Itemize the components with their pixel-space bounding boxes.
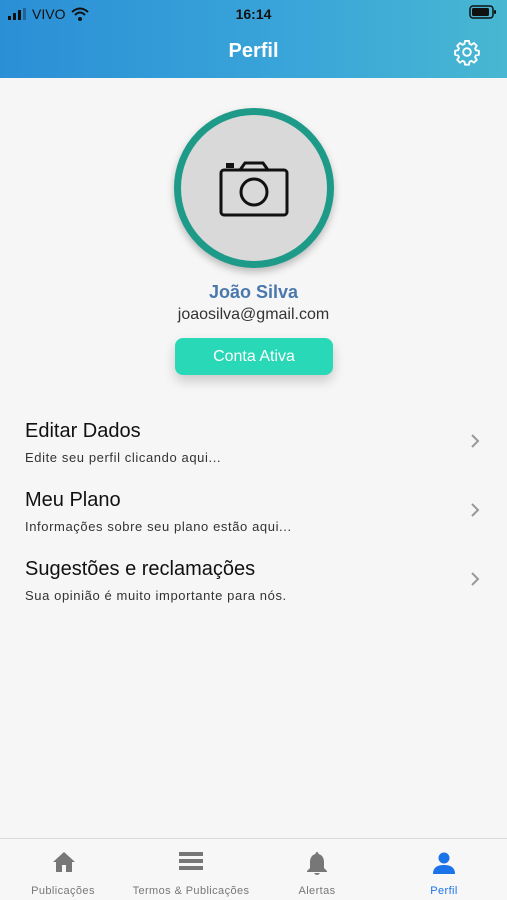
- menu-item-title: Meu Plano: [25, 489, 121, 511]
- tab-termos-publicacoes[interactable]: Termos & Publicações: [125, 839, 257, 900]
- camera-icon[interactable]: [218, 160, 290, 218]
- chevron-right-icon: [471, 572, 480, 586]
- battery-icon: [469, 5, 497, 22]
- person-icon: [433, 852, 455, 874]
- status-time: 16:14: [235, 6, 272, 22]
- page-title: Perfil: [228, 40, 279, 62]
- home-icon: [53, 852, 75, 872]
- profile-name: João Silva: [208, 282, 299, 302]
- gear-icon[interactable]: [453, 38, 481, 66]
- status-bar: VIVO 16:14: [0, 0, 507, 28]
- tab-label: Alertas: [298, 885, 336, 897]
- tab-publicacoes[interactable]: Publicações: [14, 839, 112, 900]
- chevron-right-icon: [471, 503, 480, 517]
- menu-item-title: Sugestões e reclamações: [25, 558, 256, 580]
- tab-perfil[interactable]: Perfil: [399, 839, 489, 900]
- menu-item-editar-dados[interactable]: Editar Dados Edite seu perfil clicando a…: [0, 420, 507, 480]
- menu-item-sugestoes[interactable]: Sugestões e reclamações Sua opinião é mu…: [0, 558, 507, 618]
- chevron-right-icon: [471, 434, 480, 448]
- tab-label: Termos & Publicações: [132, 885, 250, 897]
- profile-email: joaosilva@gmail.com: [177, 306, 330, 323]
- list-icon: [179, 852, 203, 870]
- menu-item-subtitle: Edite seu perfil clicando aqui...: [25, 450, 222, 465]
- tab-label: Perfil: [430, 885, 458, 897]
- tab-alertas[interactable]: Alertas: [272, 839, 362, 900]
- bell-icon: [307, 852, 327, 875]
- menu-item-subtitle: Informações sobre seu plano estão aqui..…: [25, 519, 292, 534]
- status-badge[interactable]: Conta Ativa: [175, 338, 333, 375]
- menu-item-subtitle: Sua opinião é muito importante para nós.: [25, 588, 287, 603]
- header-bar: VIVO 16:14 Perfil: [0, 0, 507, 78]
- tab-label: Publicações: [31, 885, 95, 897]
- menu-item-meu-plano[interactable]: Meu Plano Informações sobre seu plano es…: [0, 489, 507, 549]
- menu-item-title: Editar Dados: [25, 420, 141, 442]
- tab-bar: Publicações Termos & Publicações Alertas…: [0, 838, 507, 900]
